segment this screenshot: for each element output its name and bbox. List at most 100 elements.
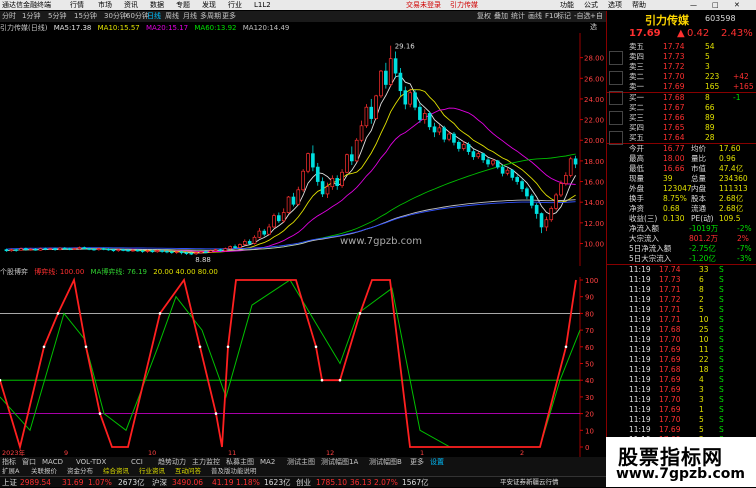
adjust-button[interactable]: 复权: [477, 11, 491, 22]
mark-button[interactable]: 标记: [557, 11, 571, 22]
menu-item-topics[interactable]: 专题: [176, 0, 190, 10]
tick-volume: 25: [699, 325, 709, 334]
menu-item-l1l2[interactable]: L1L2: [254, 0, 271, 10]
tab-more[interactable]: 更多: [222, 11, 236, 22]
menu-item-help[interactable]: 帮助: [632, 0, 646, 10]
tab-intraday[interactable]: 分时: [2, 11, 16, 22]
bottom-link[interactable]: 资金分布: [67, 467, 93, 476]
stat-label: 现量: [629, 174, 644, 183]
indicator-tab[interactable]: 测试幅图B: [369, 457, 402, 467]
login-status[interactable]: 交易未登录: [406, 0, 441, 10]
menu-item-market[interactable]: 市场: [98, 0, 112, 10]
candle-body: [457, 141, 461, 149]
tab-60min[interactable]: 60分钟: [126, 11, 149, 22]
f10-button[interactable]: F10: [545, 11, 558, 22]
indicator-tab[interactable]: 窗口: [22, 457, 36, 467]
kline-chart[interactable]: 29.16 8.88 www.7gpzb.com 28.00 26.00 24.00…: [0, 33, 606, 266]
candle-body: [296, 189, 301, 205]
bid-row: 买二 17.67 66: [607, 103, 756, 113]
news-ticker[interactable]: 平安证券新疆云行情: [500, 477, 559, 488]
stat-label: 内盘: [691, 184, 706, 193]
chart-toolbar-right: 复权 叠加 统计 画线 F10 标记 -自选 +自选: [475, 11, 606, 31]
bottom-link[interactable]: 普及版功能说明: [211, 467, 257, 476]
stat-row: 外盘 123047 内盘 111313: [607, 184, 756, 194]
tick-time: 11:19: [629, 395, 651, 404]
y-tick-label: 18.00: [584, 158, 604, 166]
candle-body: [174, 251, 179, 253]
indicator-tabs: 指标 窗口 MACD VOL-TDX CCI 趋势动力 主力监控 私募主图 MA2 测试主图 测试幅…: [0, 457, 606, 467]
tab-30min[interactable]: 30分钟: [104, 11, 127, 22]
menu-item-formula[interactable]: 公式: [584, 0, 598, 10]
peak-label: 29.16: [395, 43, 416, 51]
indicator-tab[interactable]: 趋势动力: [158, 457, 186, 467]
side-tool-icon[interactable]: [609, 71, 623, 85]
bottom-link[interactable]: 行业资讯: [139, 467, 165, 476]
ask-price: 17.72: [663, 62, 685, 71]
indicator-tab[interactable]: 测试幅图1A: [321, 457, 358, 467]
maximize-button[interactable]: □: [712, 0, 719, 10]
add-watch-button[interactable]: +自选: [590, 11, 606, 33]
candle: [486, 157, 490, 168]
indicator-chart[interactable]: 1009080706050403020100 2023年 9 10 11 12 1 2: [0, 277, 606, 457]
indicator-tab[interactable]: VOL-TDX: [76, 457, 106, 467]
candle-body: [257, 230, 262, 238]
indicator-tab[interactable]: 指标: [2, 457, 16, 467]
tab-1min[interactable]: 1分钟: [22, 11, 40, 22]
candle: [432, 122, 437, 138]
stats-button[interactable]: 统计: [511, 11, 525, 22]
indicator-tab[interactable]: 设置: [430, 457, 444, 467]
bottom-link[interactable]: 关联报价: [31, 467, 57, 476]
indicator-tab[interactable]: CCI: [131, 457, 143, 467]
menu-item-data[interactable]: 数据: [150, 0, 164, 10]
bottom-link[interactable]: 综合资讯: [103, 467, 129, 476]
side-tool-icon[interactable]: [609, 111, 623, 125]
menu-item-options[interactable]: 选项: [608, 0, 622, 10]
candle: [160, 250, 164, 253]
candle: [471, 149, 476, 160]
draw-button[interactable]: 画线: [528, 11, 542, 22]
side-tool-icon[interactable]: [609, 51, 623, 65]
tab-5min[interactable]: 5分钟: [48, 11, 66, 22]
candle: [437, 124, 442, 136]
menu-item-industry[interactable]: 行业: [228, 0, 242, 10]
tab-multi-period[interactable]: 多周期: [200, 11, 221, 22]
indicator-tab[interactable]: MA2: [260, 457, 275, 467]
overlay-button[interactable]: 叠加: [494, 11, 508, 22]
menu-item-quotes[interactable]: 行情: [70, 0, 84, 10]
tab-monthly[interactable]: 月线: [183, 11, 197, 22]
tick-time: 11:19: [629, 415, 651, 424]
indicator-name[interactable]: 个股博弈: [0, 268, 28, 276]
menu-item-discover[interactable]: 发现: [202, 0, 216, 10]
indicator-tab[interactable]: 主力监控: [192, 457, 220, 467]
indicator-tab[interactable]: 私募主图: [226, 457, 254, 467]
cy-label: 创业: [296, 478, 311, 487]
stat-value: 111313: [719, 184, 748, 193]
menu-item-function[interactable]: 功能: [560, 0, 574, 10]
candle-body: [311, 153, 315, 168]
bottom-link[interactable]: 互动问答: [175, 467, 201, 476]
bottom-link[interactable]: 扩展A: [2, 467, 19, 476]
tab-weekly[interactable]: 周线: [165, 11, 179, 22]
close-icon[interactable]: ✕: [734, 0, 740, 10]
flow-label: 5日净流入额: [629, 244, 672, 253]
candle-body: [315, 166, 320, 182]
tick-price: 17.70: [659, 395, 681, 404]
indicator-tab[interactable]: 更多: [410, 457, 424, 467]
candle-body: [179, 251, 184, 254]
remove-watch-button[interactable]: -自选: [574, 11, 591, 22]
menu-item-news[interactable]: 资讯: [124, 0, 138, 10]
minimize-button[interactable]: —: [690, 0, 697, 10]
signal-dot: [42, 345, 46, 349]
y-tick-label: 16.00: [584, 179, 604, 187]
candle-body: [427, 113, 432, 128]
tab-daily[interactable]: 日线: [147, 11, 161, 22]
side-tool-icon[interactable]: [609, 131, 623, 145]
candle-body: [573, 158, 578, 165]
indicator-tab[interactable]: MACD: [42, 457, 63, 467]
candle: [388, 45, 393, 87]
indicator-tab[interactable]: 测试主图: [287, 457, 315, 467]
tab-15min[interactable]: 15分钟: [74, 11, 97, 22]
side-tool-icon[interactable]: [609, 91, 623, 105]
candle-body: [48, 248, 53, 250]
bid-row: 买五 17.64 28: [607, 133, 756, 143]
